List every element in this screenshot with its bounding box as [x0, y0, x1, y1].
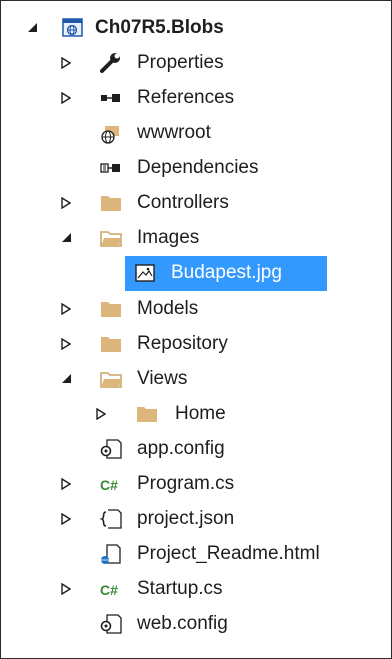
tree-item-web-config[interactable]: web.config — [1, 607, 391, 642]
wrench-icon — [99, 52, 123, 74]
tree-item-budapest-jpg[interactable]: Budapest.jpg — [1, 256, 391, 291]
collapse-arrow-icon[interactable] — [61, 221, 77, 256]
tree-item-properties[interactable]: Properties — [1, 46, 391, 81]
tree-item-label: Project_Readme.html — [137, 543, 320, 564]
tree-item-images[interactable]: Images — [1, 221, 391, 256]
tree-item-app-config[interactable]: app.config — [1, 432, 391, 467]
tree-item-label: References — [137, 87, 235, 108]
expand-arrow-icon[interactable] — [61, 572, 77, 607]
web-project-icon — [61, 17, 85, 39]
tree-item-project-readme-html[interactable]: Project_Readme.html — [1, 537, 391, 572]
tree-item-label: Models — [137, 298, 199, 319]
tree-item-label: Home — [175, 403, 226, 424]
tree-item-label: web.config — [137, 613, 228, 634]
svg-text:C#: C# — [100, 582, 118, 598]
tree-item-label: Views — [137, 368, 188, 389]
tree-item-label: Repository — [137, 333, 228, 354]
tree-item-home[interactable]: Home — [1, 397, 391, 432]
folder-icon — [99, 192, 123, 214]
tree-item-project-json[interactable]: project.json — [1, 502, 391, 537]
tree-item-label: Properties — [137, 52, 224, 73]
config-file-icon — [99, 438, 123, 460]
dependencies-icon — [99, 157, 123, 179]
tree-item-label: Budapest.jpg — [171, 262, 282, 283]
folder-icon — [99, 333, 123, 355]
tree-item-dependencies[interactable]: Dependencies — [1, 151, 391, 186]
folder-open-icon — [99, 368, 123, 390]
expand-arrow-icon[interactable] — [96, 397, 112, 432]
tree-item-models[interactable]: Models — [1, 292, 391, 327]
tree-item-label: app.config — [137, 438, 225, 459]
tree-item-controllers[interactable]: Controllers — [1, 186, 391, 221]
folder-open-icon — [99, 227, 123, 249]
expand-arrow-icon[interactable] — [61, 186, 77, 221]
tree-item-startup-cs[interactable]: C# Startup.cs — [1, 572, 391, 607]
tree-item-label: Dependencies — [137, 157, 259, 178]
folder-icon — [99, 298, 123, 320]
expand-arrow-icon[interactable] — [61, 467, 77, 502]
tree-item-label: Startup.cs — [137, 578, 223, 599]
collapse-arrow-icon[interactable] — [61, 362, 77, 397]
tree-item-label: wwwroot — [137, 122, 211, 143]
config-file-icon — [99, 613, 123, 635]
csharp-file-icon: C# — [99, 578, 123, 600]
expand-arrow-icon[interactable] — [61, 327, 77, 362]
globe-folder-icon — [99, 122, 123, 144]
collapse-arrow-icon[interactable] — [27, 11, 43, 46]
tree-item-label: Controllers — [137, 192, 229, 213]
expand-arrow-icon[interactable] — [61, 81, 77, 116]
tree-item-label: Program.cs — [137, 473, 235, 494]
tree-item-label: project.json — [137, 508, 235, 529]
expand-arrow-icon[interactable] — [61, 46, 77, 81]
tree-item-wwwroot[interactable]: wwwroot — [1, 116, 391, 151]
tree-root-project[interactable]: Ch07R5.Blobs — [1, 11, 391, 46]
expand-arrow-icon[interactable] — [61, 502, 77, 537]
image-file-icon — [133, 262, 157, 284]
tree-item-label: Images — [137, 227, 200, 248]
csharp-file-icon: C# — [99, 473, 123, 495]
expand-arrow-icon[interactable] — [61, 292, 77, 327]
json-file-icon — [99, 508, 123, 530]
references-icon — [99, 87, 123, 109]
solution-explorer-frame: Ch07R5.Blobs Properties References wwwro… — [0, 0, 392, 659]
tree-item-repository[interactable]: Repository — [1, 327, 391, 362]
html-file-icon — [99, 543, 123, 565]
tree-item-references[interactable]: References — [1, 81, 391, 116]
svg-text:C#: C# — [100, 477, 118, 493]
tree-item-program-cs[interactable]: C# Program.cs — [1, 467, 391, 502]
tree-item-label: Ch07R5.Blobs — [95, 17, 224, 38]
folder-icon — [135, 403, 159, 425]
tree-item-views[interactable]: Views — [1, 362, 391, 397]
